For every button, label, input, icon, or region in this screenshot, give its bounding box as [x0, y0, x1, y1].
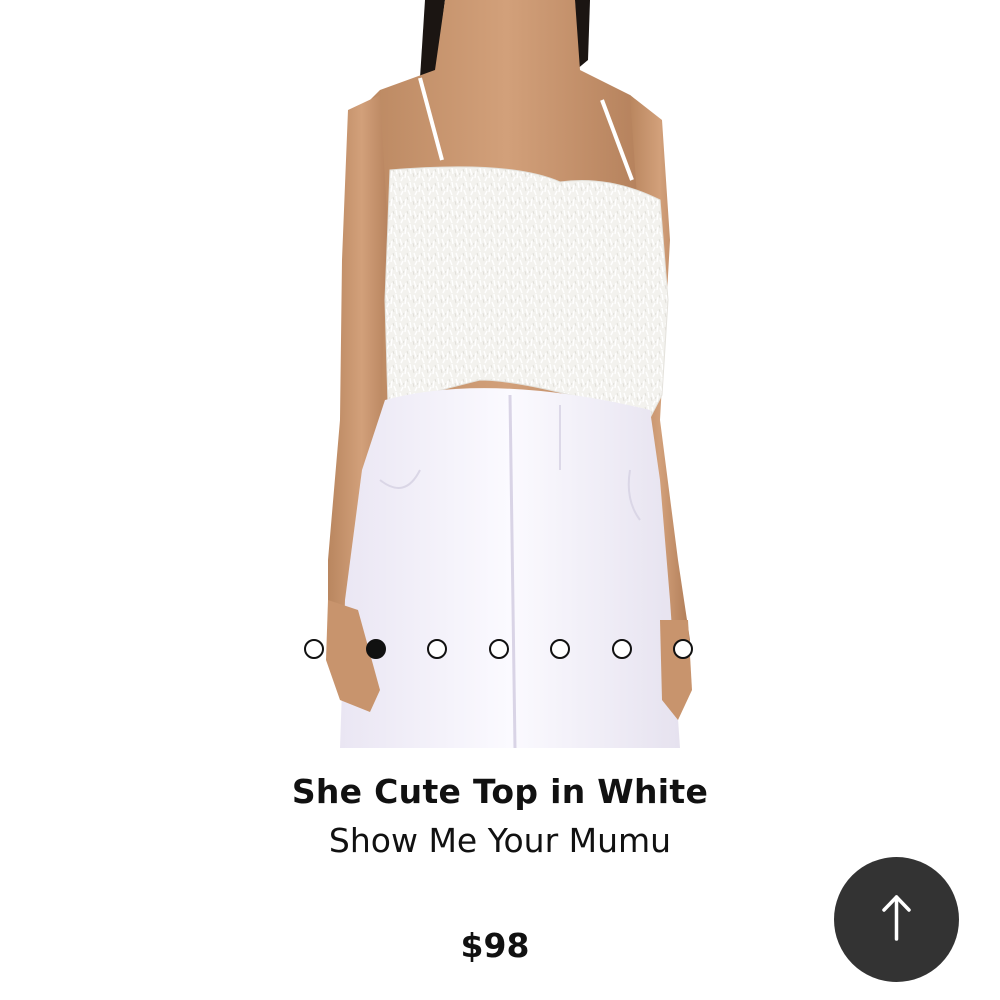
carousel-dot[interactable]: [673, 639, 693, 659]
carousel-dot[interactable]: [488, 639, 509, 659]
product-image[interactable]: [230, 0, 770, 748]
scroll-to-top-button[interactable]: [834, 857, 959, 982]
product-title[interactable]: She Cute Top in White: [0, 768, 1000, 816]
arrow-up-icon: [882, 895, 911, 941]
model-photo: [326, 0, 692, 748]
carousel-dot[interactable]: [304, 639, 324, 659]
product-card: She Cute Top in White Show Me Your Mumu …: [0, 0, 1000, 1000]
carousel-dots: [0, 639, 1000, 661]
carousel-dot[interactable]: [365, 639, 386, 659]
carousel-dot[interactable]: [427, 639, 447, 659]
carousel-dot[interactable]: [611, 639, 632, 659]
carousel-dot[interactable]: [550, 639, 570, 659]
